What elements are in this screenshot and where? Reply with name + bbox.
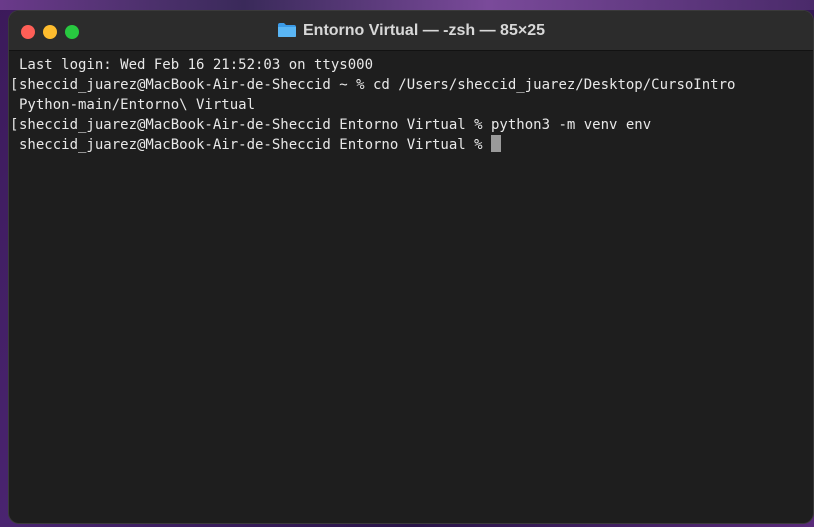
text-cursor xyxy=(491,135,502,152)
terminal-content[interactable]: Last login: Wed Feb 16 21:52:03 on ttys0… xyxy=(9,51,813,523)
bracket-marker: [ xyxy=(10,77,19,93)
terminal-line: sheccid_juarez@MacBook-Air-de-Sheccid En… xyxy=(19,117,652,133)
window-title: Entorno Virtual — -zsh — 85×25 xyxy=(303,22,545,39)
title-bar[interactable]: Entorno Virtual — -zsh — 85×25 xyxy=(9,11,813,51)
prompt-line[interactable]: sheccid_juarez@MacBook-Air-de-Sheccid En… xyxy=(19,135,813,155)
prompt-text: sheccid_juarez@MacBook-Air-de-Sheccid En… xyxy=(19,137,492,153)
terminal-line: Python-main/Entorno\ Virtual xyxy=(19,97,256,113)
terminal-line: sheccid_juarez@MacBook-Air-de-Sheccid ~ … xyxy=(19,77,736,93)
window-title-container: Entorno Virtual — -zsh — 85×25 xyxy=(9,20,813,42)
terminal-line: Last login: Wed Feb 16 21:52:03 on ttys0… xyxy=(19,57,374,73)
desktop-background xyxy=(0,0,814,10)
bracket-marker: [ xyxy=(10,117,19,133)
terminal-window[interactable]: Entorno Virtual — -zsh — 85×25 Last logi… xyxy=(8,10,814,524)
folder-icon xyxy=(278,23,296,37)
